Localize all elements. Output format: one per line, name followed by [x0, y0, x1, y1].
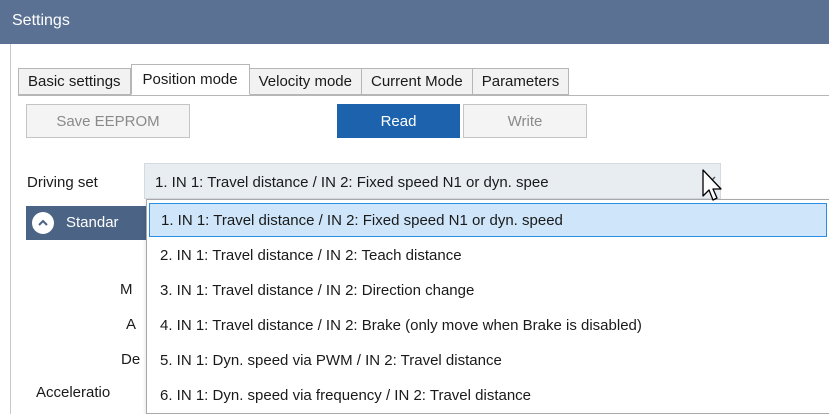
- window-title: Settings: [12, 12, 70, 29]
- driving-set-label: Driving set: [27, 174, 98, 191]
- dropdown-option[interactable]: 1. IN 1: Travel distance / IN 2: Fixed s…: [149, 203, 827, 237]
- tab-parameters[interactable]: Parameters: [472, 68, 570, 95]
- mouse-cursor-icon: [702, 169, 722, 201]
- collapse-icon[interactable]: [32, 212, 54, 234]
- field-label-m: M: [120, 281, 133, 298]
- group-label: Standar: [66, 214, 119, 231]
- driving-set-value: 1. IN 1: Travel distance / IN 2: Fixed s…: [155, 174, 549, 191]
- tab-current-mode[interactable]: Current Mode: [362, 68, 473, 95]
- write-button[interactable]: Write: [463, 104, 587, 138]
- dropdown-option[interactable]: 3. IN 1: Travel distance / IN 2: Directi…: [149, 273, 827, 307]
- save-eeprom-button[interactable]: Save EEPROM: [26, 104, 190, 138]
- tab-velocity-mode[interactable]: Velocity mode: [249, 68, 362, 95]
- tab-divider: [18, 95, 829, 96]
- field-label-de: De: [121, 351, 141, 368]
- dropdown-option[interactable]: 5. IN 1: Dyn. speed via PWM / IN 2: Trav…: [149, 343, 827, 377]
- tab-basic-settings[interactable]: Basic settings: [18, 68, 131, 95]
- dropdown-option[interactable]: 4. IN 1: Travel distance / IN 2: Brake (…: [149, 308, 827, 342]
- field-label-acceleration: Acceleratio: [36, 384, 111, 401]
- dropdown-option[interactable]: 2. IN 1: Travel distance / IN 2: Teach d…: [149, 238, 827, 272]
- driving-set-combobox[interactable]: 1. IN 1: Travel distance / IN 2: Fixed s…: [144, 163, 721, 199]
- tab-position-mode[interactable]: Position mode: [130, 64, 250, 95]
- driving-set-dropdown[interactable]: 1. IN 1: Travel distance / IN 2: Fixed s…: [146, 199, 829, 414]
- dropdown-option[interactable]: 6. IN 1: Dyn. speed via frequency / IN 2…: [149, 378, 827, 412]
- field-label-a: A: [126, 316, 137, 333]
- read-button[interactable]: Read: [337, 104, 460, 138]
- tab-strip: Basic settings Position mode Velocity mo…: [18, 64, 570, 95]
- title-bar: Settings: [0, 0, 829, 44]
